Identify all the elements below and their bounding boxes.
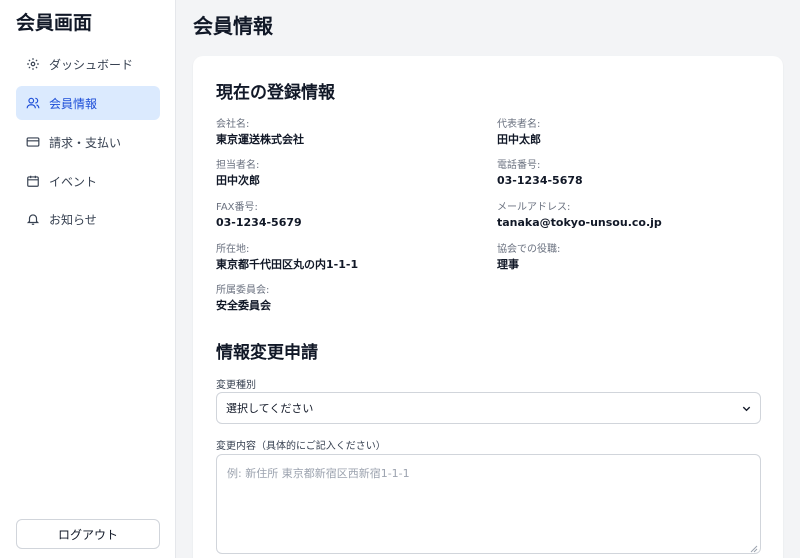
bell-icon — [26, 212, 40, 226]
field-representative: 代表者名: 田中太郎 — [497, 118, 767, 147]
sidebar-item-notices[interactable]: お知らせ — [16, 202, 160, 236]
sidebar-item-label: ダッシュボード — [49, 57, 134, 72]
credit-card-icon — [26, 135, 40, 149]
field-contact-person: 担当者名: 田中次郎 — [216, 159, 486, 188]
field-company-name: 会社名: 東京運送株式会社 — [216, 118, 486, 147]
field-label: FAX番号: — [216, 202, 258, 213]
field-value: 03-1234-5679 — [216, 216, 302, 229]
sidebar-item-label: 会員情報 — [49, 96, 98, 111]
registration-title: 現在の登録情報 — [216, 83, 335, 103]
change-content-textarea[interactable]: 例: 新住所 東京都新宿区西新宿1-1-1 — [216, 454, 761, 554]
field-value: 田中次郎 — [216, 174, 260, 187]
field-committee: 所属委員会: 安全委員会 — [216, 284, 486, 313]
logout-button[interactable]: ログアウト — [16, 519, 160, 549]
field-value: 東京都千代田区丸の内1-1-1 — [216, 258, 359, 271]
field-label: 所属委員会: — [216, 285, 270, 296]
field-label: 協会での役職: — [497, 244, 561, 255]
change-type-label: 変更種別 — [216, 380, 256, 391]
field-email: メールアドレス: tanaka@tokyo-unsou.co.jp — [497, 201, 767, 230]
field-association-role: 協会での役職: 理事 — [497, 243, 767, 272]
change-content-placeholder: 例: 新住所 東京都新宿区西新宿1-1-1 — [227, 467, 410, 480]
sidebar-item-billing[interactable]: 請求・支払い — [16, 125, 160, 159]
field-phone: 電話番号: 03-1234-5678 — [497, 159, 767, 188]
field-value: tanaka@tokyo-unsou.co.jp — [497, 216, 662, 229]
field-value: 東京運送株式会社 — [216, 133, 304, 146]
field-label: 会社名: — [216, 119, 250, 130]
member-info-card: 現在の登録情報 会社名: 東京運送株式会社 代表者名: 田中太郎 担当者名: 田… — [193, 56, 783, 558]
sidebar-item-label: 請求・支払い — [49, 135, 122, 150]
field-address: 所在地: 東京都千代田区丸の内1-1-1 — [216, 243, 486, 272]
change-request-title: 情報変更申請 — [216, 343, 318, 363]
chevron-down-icon — [741, 403, 752, 414]
page-title: 会員情報 — [193, 14, 273, 38]
field-value: 03-1234-5678 — [497, 174, 583, 187]
sidebar: 会員画面 ダッシュボード 会員情報 請求・支払い イベント お知らせ ログアウト — [0, 0, 176, 558]
change-content-label: 変更内容（具体的にご記入ください） — [216, 441, 386, 452]
sidebar-item-dashboard[interactable]: ダッシュボード — [16, 47, 160, 81]
field-value: 理事 — [497, 258, 519, 271]
field-value: 田中太郎 — [497, 133, 541, 146]
field-label: メールアドレス: — [497, 202, 571, 213]
users-icon — [26, 96, 40, 110]
sidebar-item-member-info[interactable]: 会員情報 — [16, 86, 160, 120]
change-type-select[interactable]: 選択してください — [216, 392, 761, 424]
gear-icon — [26, 57, 40, 71]
field-label: 代表者名: — [497, 119, 541, 130]
sidebar-title: 会員画面 — [16, 12, 93, 34]
field-label: 所在地: — [216, 244, 250, 255]
resize-handle-icon[interactable] — [750, 543, 758, 553]
change-type-selected: 選択してください — [226, 402, 314, 415]
field-label: 電話番号: — [497, 160, 541, 171]
field-value: 安全委員会 — [216, 299, 271, 312]
calendar-icon — [26, 174, 40, 188]
field-fax: FAX番号: 03-1234-5679 — [216, 201, 486, 230]
field-label: 担当者名: — [216, 160, 260, 171]
sidebar-item-label: お知らせ — [49, 212, 97, 227]
sidebar-item-events[interactable]: イベント — [16, 164, 160, 198]
sidebar-item-label: イベント — [49, 174, 98, 189]
